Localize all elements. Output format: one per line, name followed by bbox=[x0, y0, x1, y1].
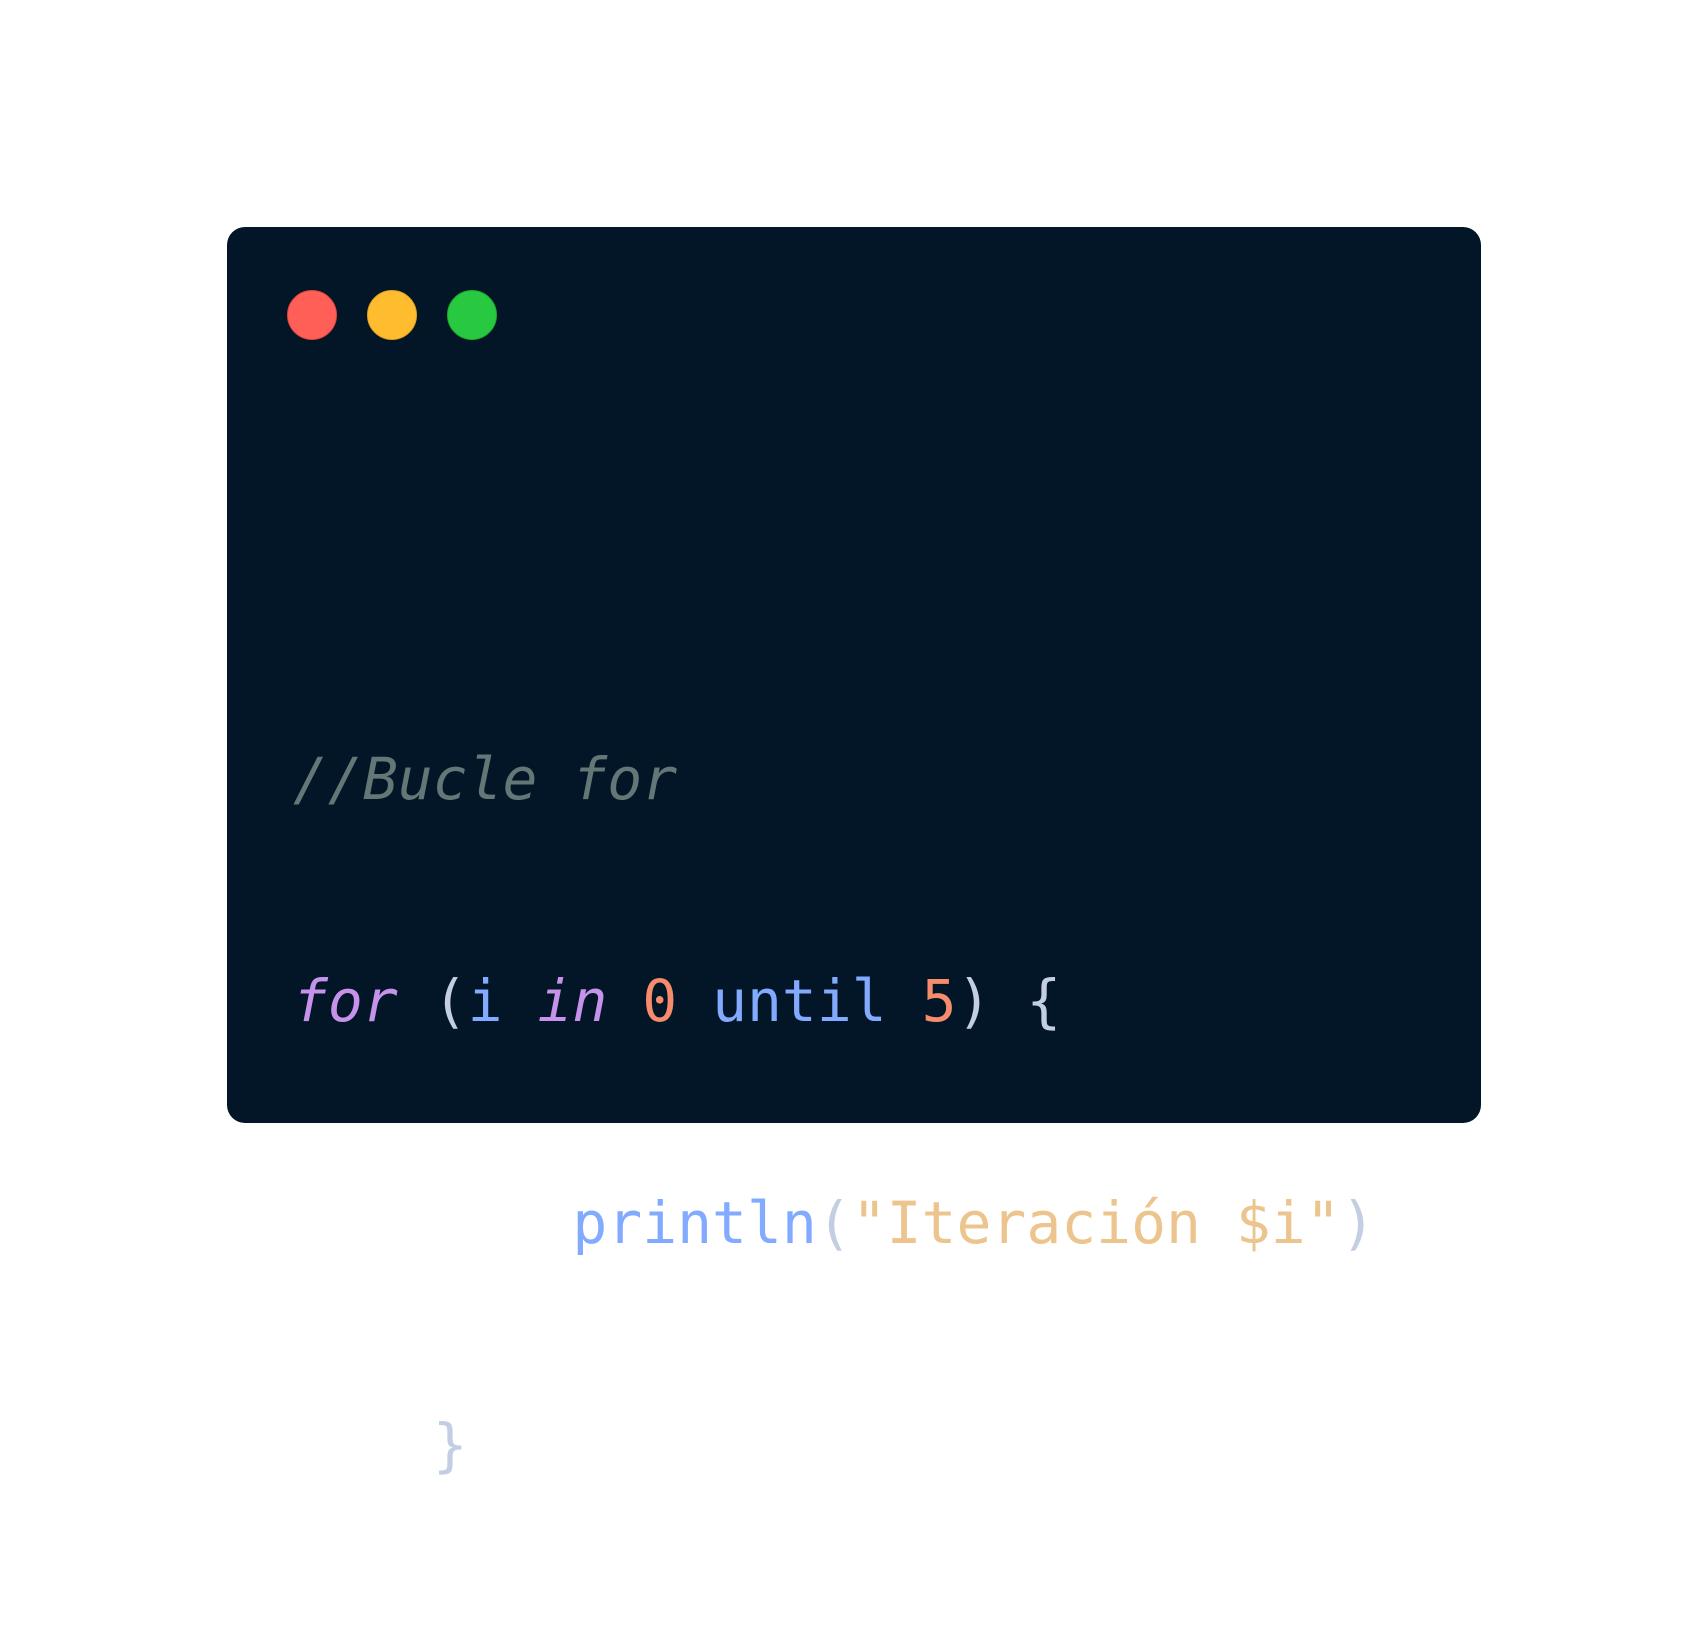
function-println: println bbox=[572, 1189, 817, 1257]
maximize-dot-icon[interactable] bbox=[447, 290, 497, 340]
paren-open: ( bbox=[432, 967, 468, 1035]
code-block: //Bucle for for (i in 0 until 5) { print… bbox=[293, 594, 1376, 1630]
paren-open: ( bbox=[816, 1189, 852, 1257]
keyword-for: for bbox=[293, 967, 398, 1035]
code-line-1: //Bucle for bbox=[293, 742, 1376, 816]
number-start: 0 bbox=[642, 967, 678, 1035]
code-line-4: } bbox=[293, 1408, 1376, 1482]
variable-i: i bbox=[467, 967, 503, 1035]
code-window: //Bucle for for (i in 0 until 5) { print… bbox=[227, 227, 1481, 1479]
number-end: 5 bbox=[921, 967, 957, 1035]
brace-open: { bbox=[1026, 967, 1062, 1035]
function-until: until bbox=[712, 967, 887, 1035]
string-literal: "Iteración $i" bbox=[851, 1189, 1341, 1257]
code-line-3: println("Iteración $i") bbox=[293, 1186, 1376, 1260]
comment: //Bucle for bbox=[293, 745, 678, 813]
close-dot-icon[interactable] bbox=[287, 290, 337, 340]
keyword-in: in bbox=[537, 967, 608, 1035]
window-controls bbox=[287, 290, 497, 340]
minimize-dot-icon[interactable] bbox=[367, 290, 417, 340]
brace-close: } bbox=[432, 1411, 468, 1479]
paren-close: ) bbox=[956, 967, 992, 1035]
paren-close: ) bbox=[1340, 1189, 1376, 1257]
code-line-2: for (i in 0 until 5) { bbox=[293, 964, 1376, 1038]
